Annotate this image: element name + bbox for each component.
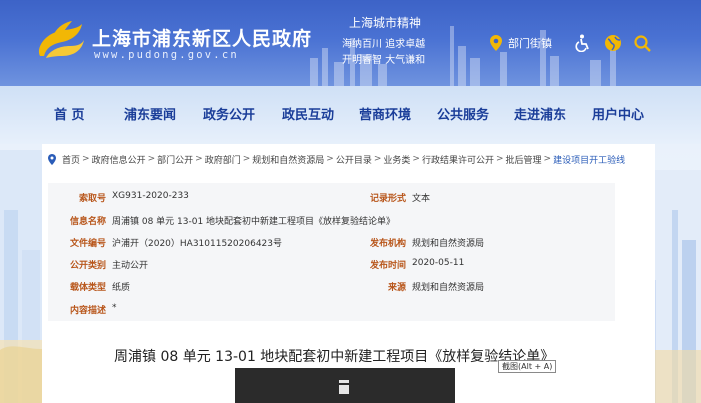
breadcrumb-item[interactable]: 行政结果许可公开 [422,153,494,166]
header-tools: 部门街镇 [490,32,651,54]
nav-item-home[interactable]: 首 页 [54,104,85,123]
meta-label-description: 内容描述 [69,306,106,316]
meta-label-date: 发布时间 [369,261,406,271]
nav-item-interaction[interactable]: 政民互动 [282,104,334,123]
nav-item-public-services[interactable]: 公共服务 [437,104,489,123]
page: 上海市浦东新区人民政府 www.pudong.gov.cn 上海城市精神 海纳百… [0,0,701,403]
site-title[interactable]: 上海市浦东新区人民政府 [92,24,312,51]
main-nav: 首 页 浦东要闻 政务公开 政民互动 营商环境 公共服务 走进浦东 用户中心 [0,104,701,126]
globe-icon [605,35,621,51]
meta-label-carrier: 载体类型 [69,283,106,293]
breadcrumb-item[interactable]: 业务类 [383,153,410,166]
meta-row: 索取号 XG931-2020-233 记录形式 文本 [48,191,615,214]
search-icon [634,34,651,52]
breadcrumb-item[interactable]: 政府部门 [205,153,241,166]
nav-item-user-center[interactable]: 用户中心 [592,104,644,123]
document-metadata-table: 索取号 XG931-2020-233 记录形式 文本 信息名称 周浦镇 08 单… [48,183,615,321]
meta-row: 内容描述 * [48,303,615,326]
meta-value-carrier: 纸质 [112,283,131,293]
city-spirit-title: 上海城市精神 [349,16,422,30]
location-pin-icon [490,35,502,51]
meta-row: 载体类型 纸质 来源 规划和自然资源局 [48,280,615,303]
meta-value-org: 规划和自然资源局 [412,239,485,249]
district-departments-link[interactable]: 部门街镇 [490,35,552,51]
nav-item-business-environment[interactable]: 营商环境 [359,104,411,123]
screenshot-tooltip: 截图(Alt + A) [498,360,557,373]
meta-label-source: 来源 [387,283,406,293]
meta-label-index: 索取号 [78,194,106,204]
meta-label-org: 发布机构 [369,239,406,249]
meta-value-index: XG931-2020-233 [112,191,189,201]
meta-row: 文件编号 沪浦开（2020）HA31011520206423号 发布机构 规划和… [48,236,615,259]
accessibility-icon [575,34,589,52]
search-button[interactable] [634,34,651,52]
meta-row: 信息名称 周浦镇 08 单元 13-01 地块配套初中新建工程项目《放样复验结论… [48,214,615,237]
meta-value-name: 周浦镇 08 单元 13-01 地块配套初中新建工程项目《放样复验结论单》 [112,217,396,227]
meta-label-name: 信息名称 [69,217,106,227]
nav-item-pudong-news[interactable]: 浦东要闻 [124,104,176,123]
government-logo-icon [38,21,84,58]
breadcrumb-item[interactable]: 政府信息公开 [92,153,146,166]
site-header: 上海市浦东新区人民政府 www.pudong.gov.cn 上海城市精神 海纳百… [0,0,701,86]
meta-value-form: 文本 [412,194,431,204]
meta-value-docno: 沪浦开（2020）HA31011520206423号 [112,239,282,249]
district-departments-label: 部门街镇 [508,37,552,50]
nav-item-government-affairs[interactable]: 政务公开 [203,104,255,123]
breadcrumb-item[interactable]: 首页 [62,153,80,166]
document-title: 周浦镇 08 单元 13-01 地块配套初中新建工程项目《放样复验结论单》 [114,349,555,365]
breadcrumb-item[interactable]: 公开目录 [336,153,372,166]
meta-label-category: 公开类别 [69,261,106,271]
site-domain: www.pudong.gov.cn [94,49,239,61]
location-pin-icon [48,153,56,165]
meta-value-source: 规划和自然资源局 [412,283,485,293]
city-spirit-line-1: 海纳百川 追求卓越 [342,39,426,50]
meta-value-date: 2020-05-11 [412,258,465,268]
breadcrumb-item[interactable]: 规划和自然资源局 [252,153,324,166]
breadcrumb: 首页 > 政府信息公开 > 部门公开 > 政府部门 > 规划和自然资源局 > 公开目录 > … [48,152,625,166]
meta-label-docno: 文件编号 [69,239,106,249]
meta-value-category: 主动公开 [112,261,149,271]
breadcrumb-item[interactable]: 批后管理 [506,153,542,166]
meta-label-form: 记录形式 [369,194,406,204]
accessibility-button[interactable] [574,34,592,52]
language-button[interactable] [604,34,622,52]
city-spirit-line-2: 开明睿智 大气谦和 [342,55,426,66]
nav-item-about-pudong[interactable]: 走进浦东 [514,104,566,123]
meta-value-description: * [112,303,117,313]
breadcrumb-item[interactable]: 部门公开 [157,153,193,166]
document-page-icon [339,380,349,394]
breadcrumb-current[interactable]: 建设项目开工验线 [553,153,625,166]
meta-row: 公开类别 主动公开 发布时间 2020-05-11 [48,258,615,281]
